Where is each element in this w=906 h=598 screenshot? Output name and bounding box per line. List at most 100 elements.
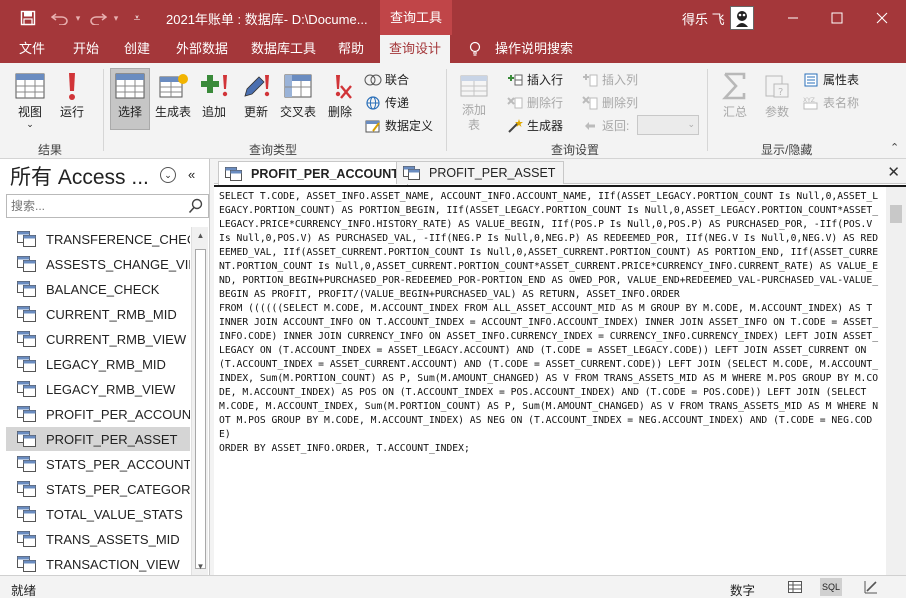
query-icon: [17, 381, 37, 397]
insert-rows-button[interactable]: 插入行: [506, 71, 563, 88]
group-label-show-hide: 显示/隐藏: [761, 143, 813, 157]
nav-item[interactable]: BALANCE_CHECK: [6, 277, 190, 301]
sql-editor[interactable]: SELECT T.CODE, ASSET_INFO.ASSET_NAME, AC…: [214, 185, 906, 575]
datasheet-view-icon: [14, 69, 46, 103]
maximize-icon[interactable]: [814, 0, 860, 35]
nav-item[interactable]: ASSESTS_CHANGE_VIE...: [6, 252, 190, 276]
make-table-label: 生成表: [154, 105, 191, 119]
make-table-button[interactable]: 生成表: [153, 69, 193, 120]
totals-label: 汇总: [722, 105, 747, 119]
view-button[interactable]: 视图 ⌄: [12, 69, 48, 129]
user-name[interactable]: 得乐 飞: [682, 9, 725, 28]
nav-scroll-thumb[interactable]: [195, 249, 206, 569]
redo-dropdown-icon[interactable]: ▾: [106, 8, 126, 28]
search-input[interactable]: [7, 195, 177, 217]
select-query-button[interactable]: 选择: [110, 68, 150, 130]
delete-rows-button[interactable]: 删除行: [506, 94, 563, 111]
ribbon: 视图 ⌄ 运行 结果 选择 生成表 追加 更新 交叉表 删除 联合 传递 数据定…: [0, 63, 906, 159]
document-tab-bar: PROFIT_PER_ACCOUNT PROFIT_PER_ASSET ✕: [214, 159, 906, 185]
avatar[interactable]: [730, 6, 754, 30]
nav-pane-title[interactable]: 所有 Access ...: [10, 161, 149, 191]
query-icon: [17, 306, 37, 322]
customize-toolbar-icon[interactable]: ⩡: [127, 8, 147, 28]
group-label-query-type: 查询类型: [249, 143, 298, 157]
query-icon: [17, 481, 37, 497]
parameters-button[interactable]: ? 参数: [760, 69, 794, 120]
minimize-icon[interactable]: [770, 0, 816, 35]
redo-icon[interactable]: [88, 8, 108, 28]
collapse-pane-icon[interactable]: «: [188, 167, 195, 182]
nav-item[interactable]: TOTAL_VALUE_STATS: [6, 502, 190, 526]
builder-label: 生成器: [527, 119, 564, 133]
query-icon: [17, 356, 37, 372]
nav-item[interactable]: TRANSFERENCE_CHECK: [6, 227, 190, 251]
delete-rows-label: 删除行: [527, 96, 564, 110]
return-dropdown[interactable]: ⌄: [637, 115, 699, 135]
add-table-button[interactable]: 添加表: [456, 69, 492, 133]
doc-tab-profit-per-account[interactable]: PROFIT_PER_ACCOUNT: [218, 161, 408, 185]
datasheet-view-icon[interactable]: [784, 578, 806, 596]
tab-database-tools[interactable]: 数据库工具: [249, 35, 318, 63]
query-icon: [17, 331, 37, 347]
doc-tab-profit-per-asset[interactable]: PROFIT_PER_ASSET: [396, 161, 565, 184]
totals-button[interactable]: 汇总: [718, 69, 752, 120]
nav-item-label: LEGACY_RMB_MID: [46, 356, 166, 372]
union-button[interactable]: 联合: [364, 71, 409, 88]
pass-through-button[interactable]: 传递: [364, 94, 409, 111]
table-names-button[interactable]: XYZ 表名称: [802, 94, 859, 111]
nav-item-label: TRANSFERENCE_CHECK: [46, 231, 190, 247]
scroll-down-icon[interactable]: ▼: [193, 559, 208, 574]
delete-button[interactable]: 删除: [324, 69, 356, 120]
query-icon: [17, 406, 37, 422]
nav-item[interactable]: CURRENT_RMB_MID: [6, 302, 190, 326]
nav-item[interactable]: TRANS_ASSETS_MID: [6, 527, 190, 551]
nav-scrollbar[interactable]: ▲ ▼: [191, 227, 208, 575]
insert-columns-button[interactable]: 插入列: [581, 71, 638, 88]
save-icon[interactable]: [18, 8, 38, 28]
data-definition-icon: [364, 118, 382, 134]
append-button[interactable]: 追加: [198, 69, 230, 120]
design-view-icon[interactable]: [860, 578, 882, 596]
tab-create[interactable]: 创建: [122, 35, 152, 63]
nav-item[interactable]: STATS_PER_ACCOUNT: [6, 452, 190, 476]
nav-item[interactable]: PROFIT_PER_ACCOUNT: [6, 402, 190, 426]
sql-scrollbar[interactable]: [886, 187, 906, 575]
tab-home[interactable]: 开始: [71, 35, 101, 63]
tab-external-data[interactable]: 外部数据: [174, 35, 230, 63]
nav-item[interactable]: PROFIT_PER_ASSET: [6, 427, 190, 451]
crosstab-button[interactable]: 交叉表: [278, 69, 318, 120]
run-button[interactable]: 运行: [56, 69, 88, 120]
sql-view-icon[interactable]: SQL: [820, 578, 842, 596]
tab-help[interactable]: 帮助: [336, 35, 366, 63]
delete-columns-icon: [581, 95, 599, 111]
property-sheet-button[interactable]: 属性表: [802, 71, 859, 88]
close-icon[interactable]: [859, 0, 905, 35]
delete-columns-button[interactable]: 删除列: [581, 94, 638, 111]
query-icon: [17, 506, 37, 522]
undo-icon[interactable]: [50, 8, 70, 28]
return-label: 返回:: [602, 119, 630, 133]
query-icon: [17, 431, 37, 447]
nav-item[interactable]: TRANSACTION_VIEW: [6, 552, 190, 575]
doc-tab-label: PROFIT_PER_ACCOUNT: [251, 166, 399, 181]
close-document-icon[interactable]: ✕: [887, 163, 900, 181]
data-definition-button[interactable]: 数据定义: [364, 117, 433, 134]
sql-scroll-thumb[interactable]: [890, 205, 902, 223]
run-label: 运行: [59, 105, 84, 119]
tab-query-design[interactable]: 查询设计: [380, 35, 451, 63]
collapse-ribbon-icon[interactable]: ⌃: [890, 141, 899, 154]
undo-dropdown-icon[interactable]: ▾: [68, 8, 88, 28]
builder-button[interactable]: 生成器: [506, 117, 563, 134]
search-icon[interactable]: [188, 198, 204, 214]
nav-menu-icon[interactable]: ⌄: [160, 167, 176, 183]
nav-item[interactable]: STATS_PER_CATEGORY: [6, 477, 190, 501]
return-label-group: 返回:: [581, 117, 629, 134]
sql-text[interactable]: SELECT T.CODE, ASSET_INFO.ASSET_NAME, AC…: [219, 190, 879, 574]
nav-item[interactable]: CURRENT_RMB_VIEW: [6, 327, 190, 351]
tab-file[interactable]: 文件: [17, 35, 47, 63]
update-button[interactable]: 更新: [240, 69, 272, 120]
scroll-up-icon[interactable]: ▲: [193, 228, 208, 243]
tell-me-search[interactable]: 操作说明搜索: [493, 35, 575, 63]
nav-item[interactable]: LEGACY_RMB_MID: [6, 352, 190, 376]
nav-item[interactable]: LEGACY_RMB_VIEW: [6, 377, 190, 401]
